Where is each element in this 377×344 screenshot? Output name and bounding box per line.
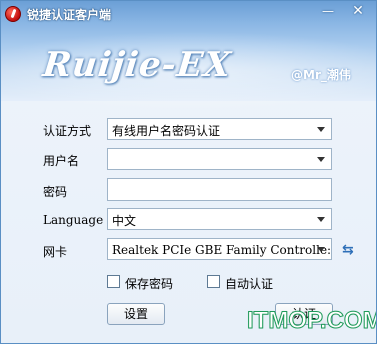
username-label: 用户名 bbox=[43, 154, 80, 168]
save-password-checkbox[interactable] bbox=[107, 275, 120, 288]
auth-method-select[interactable]: 有线用户名密码认证 bbox=[107, 118, 332, 140]
auth-client-window: 锐捷认证客户端 — ✕ Ruijie-EX @Mr_潮伟 认证方式 有线用户名密… bbox=[0, 0, 377, 344]
password-label: 密码 bbox=[43, 185, 68, 199]
language-select[interactable]: 中文 bbox=[107, 208, 332, 230]
nic-label: 网卡 bbox=[43, 245, 68, 259]
header-banner: 锐捷认证客户端 — ✕ Ruijie-EX @Mr_潮伟 bbox=[1, 1, 376, 111]
site-watermark: ITMOP.COM bbox=[247, 307, 377, 335]
minimize-button[interactable]: — bbox=[317, 5, 339, 19]
auto-auth-label: 自动认证 bbox=[225, 277, 274, 291]
auth-method-value: 有线用户名密码认证 bbox=[112, 124, 221, 138]
settings-button[interactable]: 设置 bbox=[107, 303, 165, 325]
chevron-down-icon bbox=[317, 217, 325, 222]
chevron-down-icon bbox=[317, 157, 325, 162]
language-value: 中文 bbox=[112, 214, 137, 228]
save-password-label: 保存密码 bbox=[125, 277, 174, 291]
window-title: 锐捷认证客户端 bbox=[27, 8, 112, 22]
refresh-icon[interactable]: ⇆ bbox=[342, 243, 358, 257]
nic-select[interactable]: Realtek PCIe GBE Family Controlle: bbox=[107, 238, 332, 260]
ruijie-logo: Ruijie-EX bbox=[40, 45, 234, 85]
auth-method-label: 认证方式 bbox=[43, 124, 92, 138]
auto-auth-checkbox[interactable] bbox=[207, 275, 220, 288]
language-label: Language bbox=[43, 213, 104, 227]
ruijie-app-icon bbox=[5, 6, 21, 22]
signature-text: @Mr_潮伟 bbox=[291, 68, 351, 82]
close-button[interactable]: ✕ bbox=[347, 4, 369, 19]
chevron-down-icon bbox=[317, 127, 325, 132]
username-combobox[interactable] bbox=[107, 148, 332, 170]
password-field[interactable] bbox=[107, 178, 332, 201]
chevron-down-icon bbox=[317, 247, 325, 252]
nic-value: Realtek PCIe GBE Family Controlle: bbox=[112, 243, 332, 257]
